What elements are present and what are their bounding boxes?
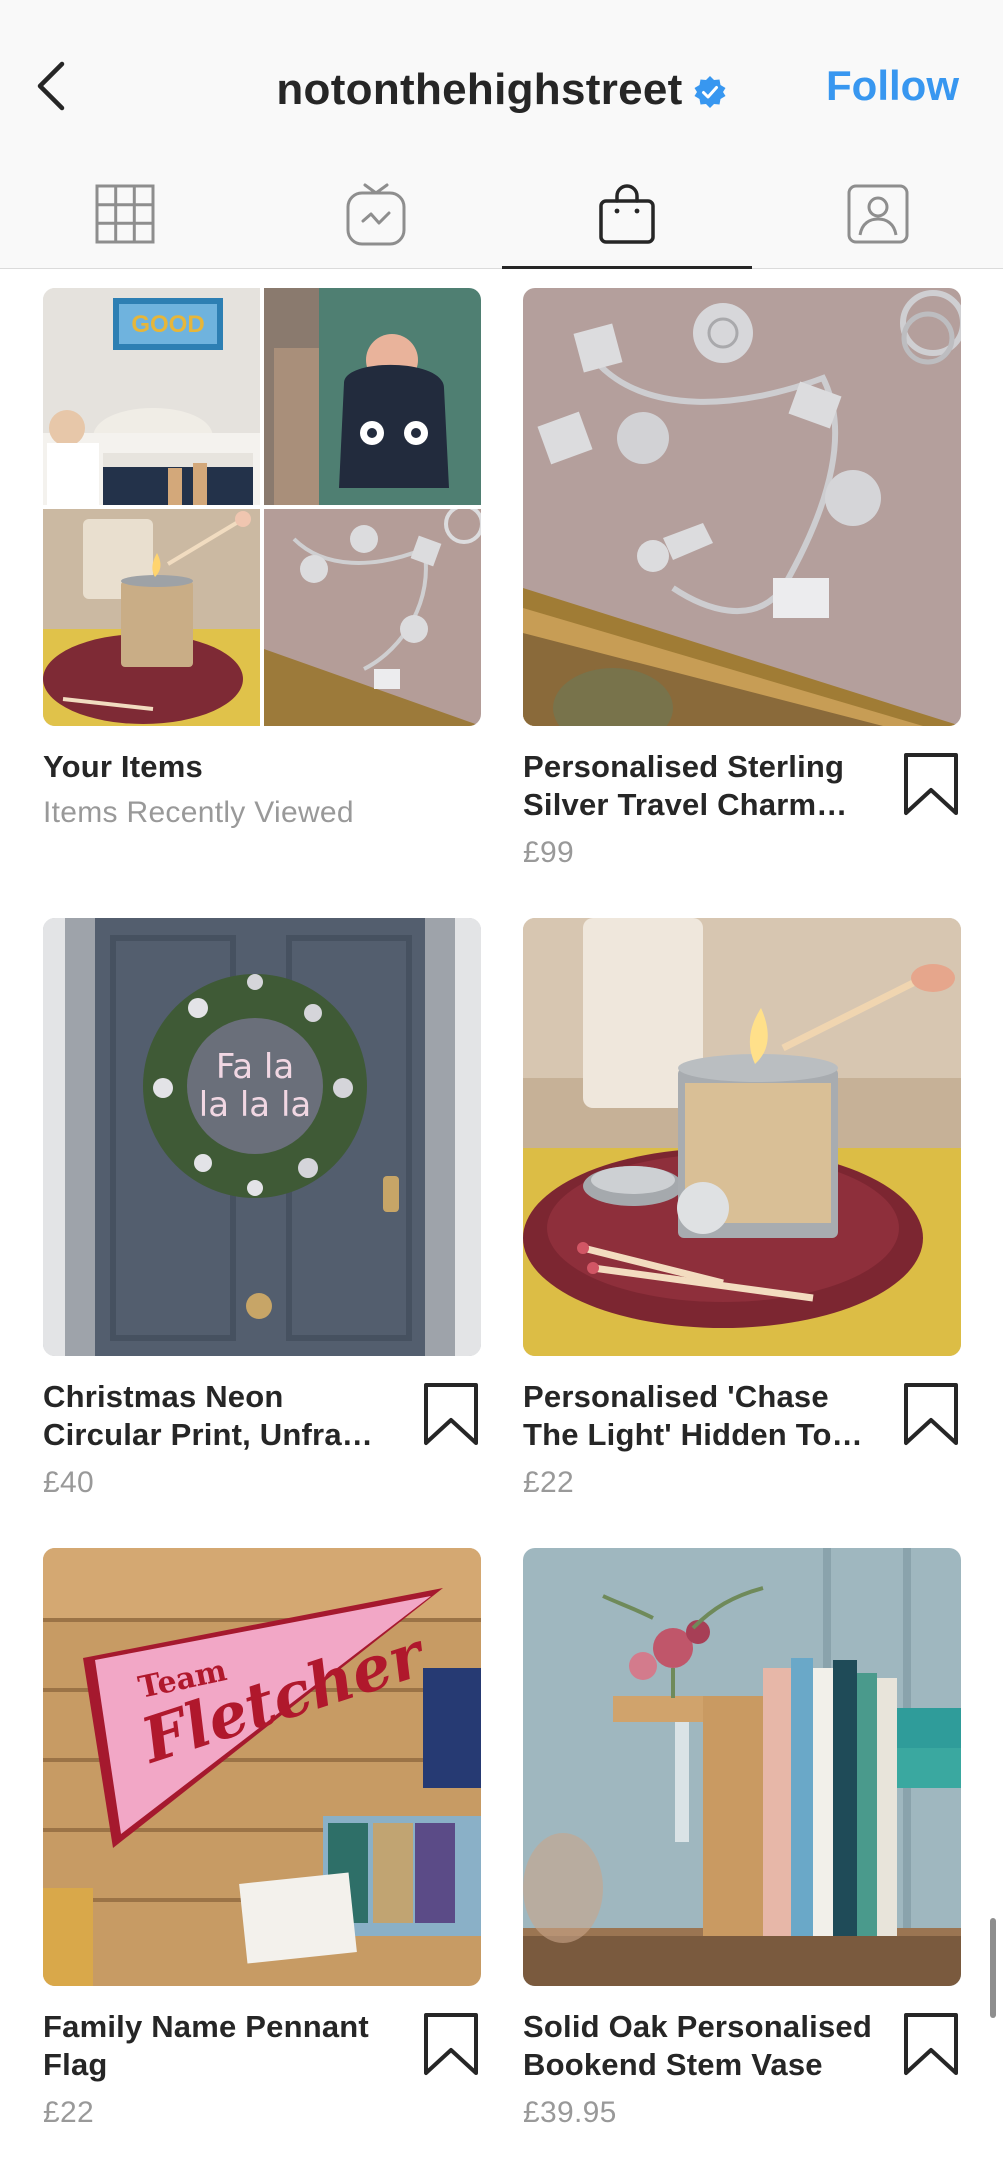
bookmark-icon[interactable] <box>903 1382 959 1446</box>
pennant-flag-photo: Team Fletcher <box>43 1548 481 1986</box>
card-subtitle: Items Recently Viewed <box>43 796 354 829</box>
product-image: Fa la la la la <box>43 918 481 1356</box>
bookmark-icon[interactable] <box>423 1382 479 1446</box>
verified-badge-icon <box>694 76 726 108</box>
card-price: £40 <box>43 1466 94 1499</box>
card-price: £39.95 <box>523 2096 617 2129</box>
page-title: notonthehighstreet <box>276 65 683 114</box>
charm-bracelet-photo-small <box>264 509 481 726</box>
your-items-collage: GOOD <box>43 288 481 726</box>
profile-header: notonthehighstreet Follow <box>0 0 1003 269</box>
card-title: Solid Oak Personalised Bookend Stem Vase <box>523 2009 872 2082</box>
product-card[interactable]: Solid Oak Personalised Bookend Stem Vase… <box>523 1548 961 2129</box>
tab-shop[interactable] <box>501 160 753 269</box>
product-card[interactable]: Fa la la la la Christmas Neon Circular P… <box>43 918 481 1499</box>
product-image <box>523 288 961 726</box>
bookmark-icon[interactable] <box>903 752 959 816</box>
product-image: Team Fletcher <box>43 1548 481 1986</box>
product-card[interactable]: Team Fletcher Family Name Pennant Flag £… <box>43 1548 481 2129</box>
card-title: Personalised 'Chase The Light' Hidden To… <box>523 1379 863 1452</box>
tab-igtv[interactable] <box>251 160 502 268</box>
tab-tagged[interactable] <box>752 160 1003 268</box>
grid-icon <box>95 184 155 244</box>
charm-bracelet-photo <box>523 288 961 726</box>
card-price: £99 <box>523 836 574 869</box>
product-card[interactable]: Personalised 'Chase The Light' Hidden To… <box>523 918 961 1499</box>
card-price: £22 <box>43 2096 94 2129</box>
bedroom-photo: GOOD <box>43 288 260 505</box>
shopping-bag-icon <box>599 184 655 244</box>
product-card[interactable]: Personalised Sterling Silver Travel Char… <box>523 288 961 869</box>
follow-button[interactable]: Follow <box>826 62 959 110</box>
neon-text-line1: Fa la <box>216 1047 294 1087</box>
tagged-person-icon <box>847 184 909 244</box>
your-items-card[interactable]: GOOD Your Items Items Recently Viewed <box>43 288 481 829</box>
wreath-door-photo: Fa la la la la <box>43 918 481 1356</box>
neon-text-line2: la la la <box>199 1085 311 1125</box>
card-title: Personalised Sterling Silver Travel Char… <box>523 749 848 822</box>
card-title: Christmas Neon Circular Print, Unfra… <box>43 1379 373 1452</box>
bookmark-icon[interactable] <box>423 2012 479 2076</box>
product-image <box>523 1548 961 1986</box>
card-title: Family Name Pennant Flag <box>43 2009 369 2082</box>
profile-tabs <box>0 160 1003 269</box>
bookend-vase-photo <box>523 1548 961 1986</box>
candle-photo-small <box>43 509 260 726</box>
igtv-icon <box>346 183 406 246</box>
product-image <box>523 918 961 1356</box>
card-price: £22 <box>523 1466 574 1499</box>
candle-photo <box>523 918 961 1356</box>
baby-sleeping-bag-photo <box>264 288 481 505</box>
bookmark-icon[interactable] <box>903 2012 959 2076</box>
scrollbar[interactable] <box>990 1918 996 2018</box>
good-sign-text: GOOD <box>131 311 204 338</box>
tab-posts-grid[interactable] <box>0 160 251 268</box>
card-title: Your Items <box>43 749 203 784</box>
